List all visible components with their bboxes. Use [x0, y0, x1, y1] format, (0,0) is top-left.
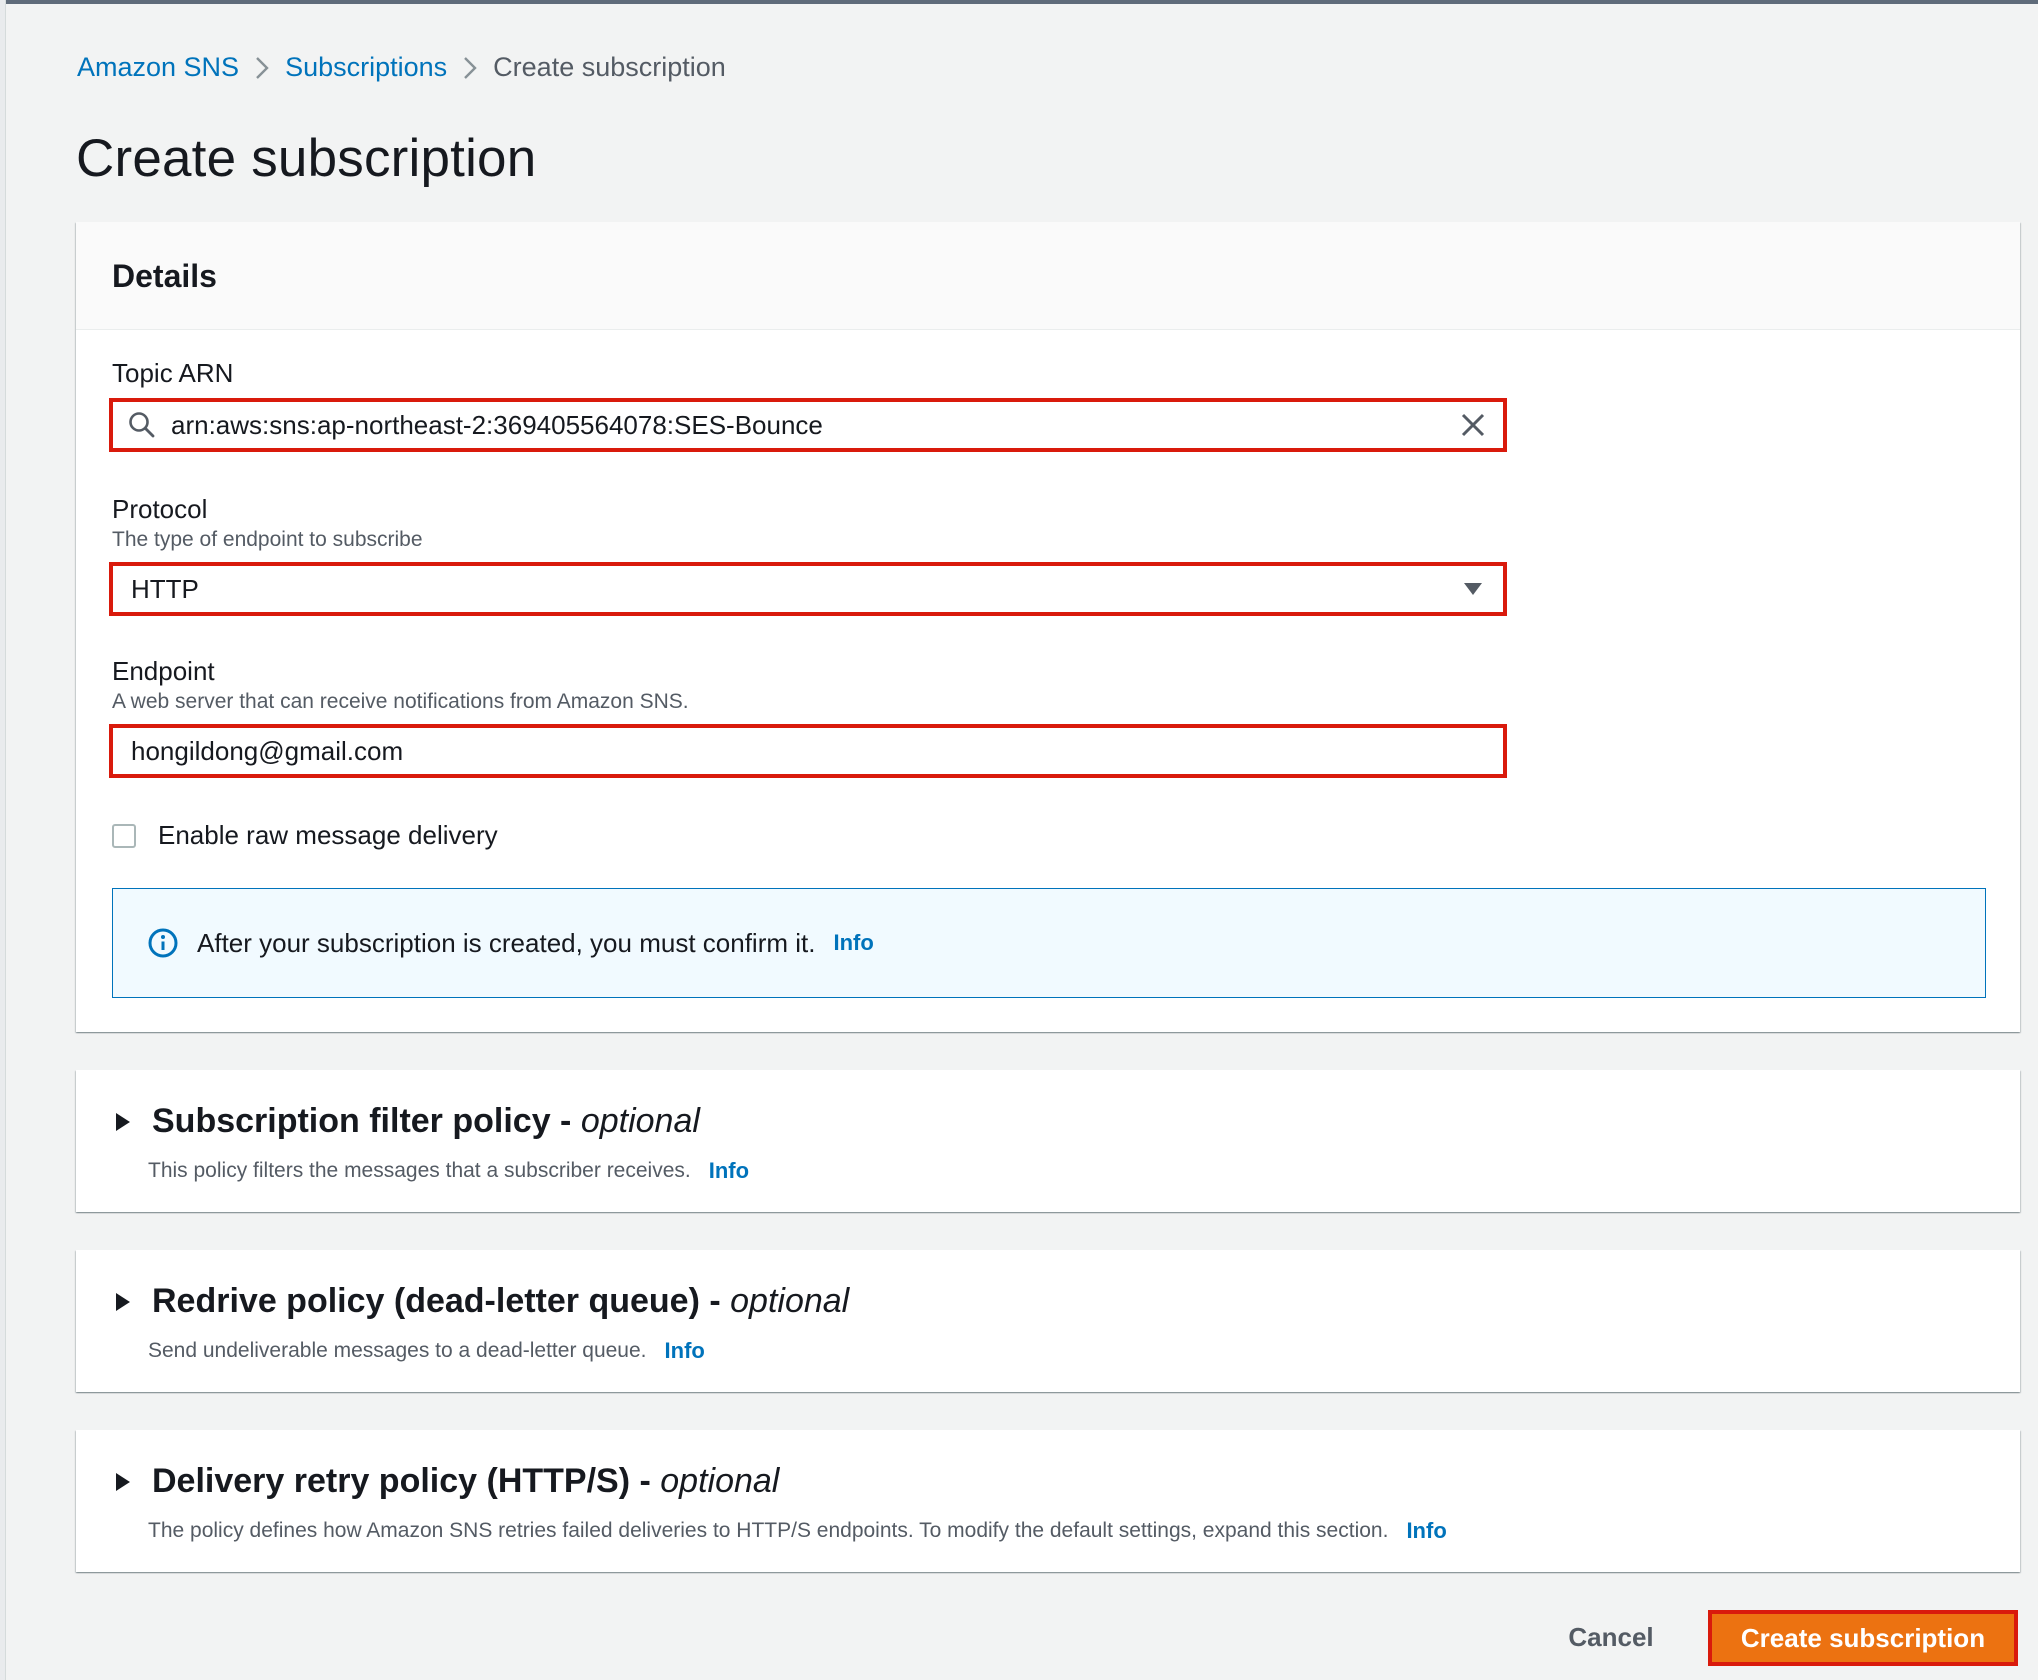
filter-policy-description: This policy filters the messages that a …: [148, 1158, 750, 1184]
details-heading: Details: [112, 258, 217, 294]
left-nav-edge: [0, 0, 6, 1680]
raw-delivery-row[interactable]: Enable raw message delivery: [112, 820, 498, 851]
endpoint-value[interactable]: hongildong@gmail.com: [131, 736, 1503, 767]
details-panel: Details Topic ARN arn:aws:sns:ap-northea…: [76, 222, 2020, 1032]
delivery-retry-policy-title: Delivery retry policy (HTTP/S) - optiona…: [152, 1462, 780, 1500]
cancel-button[interactable]: Cancel: [1548, 1612, 1674, 1662]
endpoint-label: Endpoint: [112, 656, 215, 686]
redrive-policy-info-link[interactable]: Info: [665, 1338, 705, 1364]
breadcrumb: Amazon SNS Subscriptions Create subscrip…: [77, 52, 726, 83]
protocol-value: HTTP: [131, 573, 199, 604]
alert-text: After your subscription is created, you …: [197, 927, 816, 958]
topic-arn-input[interactable]: arn:aws:sns:ap-northeast-2:369405564078:…: [109, 398, 1507, 452]
chevron-right-icon: [239, 53, 285, 83]
alert-info-link[interactable]: Info: [833, 930, 873, 956]
delivery-retry-policy-panel: Delivery retry policy (HTTP/S) - optiona…: [76, 1430, 2020, 1572]
raw-delivery-label[interactable]: Enable raw message delivery: [158, 820, 498, 851]
redrive-policy-title: Redrive policy (dead-letter queue) - opt…: [152, 1282, 850, 1320]
protocol-select[interactable]: HTTP: [109, 562, 1507, 616]
caret-down-icon: [1443, 566, 1503, 612]
breadcrumb-current: Create subscription: [493, 52, 726, 82]
breadcrumb-amazon-sns[interactable]: Amazon SNS: [77, 52, 239, 83]
confirm-info-alert: After your subscription is created, you …: [112, 888, 1986, 998]
protocol-description: The type of endpoint to subscribe: [112, 528, 423, 551]
protocol-label: Protocol: [112, 494, 208, 524]
caret-right-icon: [116, 1112, 130, 1131]
breadcrumb-subscriptions[interactable]: Subscriptions: [285, 52, 447, 83]
caret-right-icon: [116, 1292, 130, 1311]
redrive-policy-panel: Redrive policy (dead-letter queue) - opt…: [76, 1250, 2020, 1392]
top-border: [0, 0, 2038, 4]
topic-arn-label: Topic ARN: [112, 358, 234, 388]
page-title: Create subscription: [76, 129, 537, 188]
details-header: Details: [76, 222, 2020, 330]
search-icon: [113, 402, 171, 448]
filter-policy-info-link[interactable]: Info: [709, 1158, 749, 1184]
chevron-right-icon: [447, 53, 493, 83]
delivery-retry-policy-description: The policy defines how Amazon SNS retrie…: [148, 1518, 1447, 1544]
redrive-policy-description: Send undeliverable messages to a dead-le…: [148, 1338, 705, 1364]
create-subscription-button[interactable]: Create subscription: [1708, 1610, 2018, 1666]
endpoint-input[interactable]: hongildong@gmail.com: [109, 724, 1507, 778]
filter-policy-toggle[interactable]: Subscription filter policy - optional: [112, 1102, 700, 1141]
caret-right-icon: [116, 1472, 130, 1491]
delivery-retry-policy-toggle[interactable]: Delivery retry policy (HTTP/S) - optiona…: [112, 1462, 779, 1501]
redrive-policy-toggle[interactable]: Redrive policy (dead-letter queue) - opt…: [112, 1282, 849, 1321]
endpoint-description: A web server that can receive notificati…: [112, 690, 689, 713]
filter-policy-title: Subscription filter policy - optional: [152, 1102, 700, 1140]
filter-policy-panel: Subscription filter policy - optional Th…: [76, 1070, 2020, 1212]
raw-delivery-checkbox[interactable]: [112, 823, 136, 848]
info-circle-icon: [147, 927, 179, 959]
delivery-retry-policy-info-link[interactable]: Info: [1406, 1518, 1446, 1544]
close-icon[interactable]: [1443, 402, 1503, 448]
topic-arn-value[interactable]: arn:aws:sns:ap-northeast-2:369405564078:…: [171, 410, 1443, 441]
